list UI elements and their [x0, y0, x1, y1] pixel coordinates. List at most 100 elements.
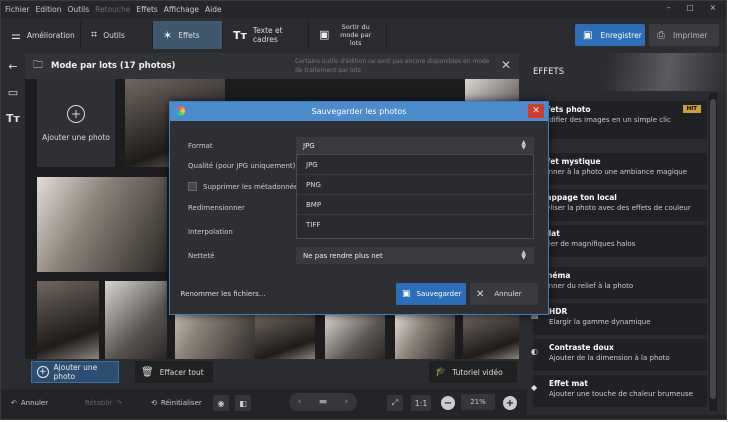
exit-batch-button[interactable]: ▣ Sortir du mode par lots [309, 21, 387, 49]
strip-metadata-checkbox[interactable]: Supprimer les métadonnées [188, 182, 302, 191]
photo-thumbnail[interactable] [255, 315, 315, 359]
tab-effects[interactable]: ✶ Effets [153, 21, 223, 49]
effect-soft-contrast[interactable]: ◐ Contraste doux Ajouter de la dimension… [531, 339, 707, 371]
tab-text-frames[interactable]: Tт Texte et cadres [223, 21, 309, 49]
updown-arrow-icon: ▲ ▼ [521, 139, 526, 151]
clear-all-button[interactable]: 🗑 Effacer tout [135, 361, 213, 383]
redo-icon: ↷ [116, 399, 122, 407]
effect-mystic[interactable]: Effet mystique Donner à la photo une amb… [533, 153, 707, 185]
fit-screen-icon: ⤢ [387, 395, 403, 411]
updown-arrow-icon: ▲ ▼ [521, 249, 526, 261]
folder-nav-icon[interactable]: ▬ [319, 397, 328, 407]
effects-panel: EFFETS Effets photo Modifier des images … [527, 53, 726, 415]
menu-bar: Fichier Edition Outils Retouche Effets A… [1, 1, 726, 18]
text-icon: Tт [233, 28, 247, 42]
contrast-icon: ◐ [531, 347, 538, 356]
effects-header: EFFETS [527, 53, 726, 91]
tab-enhance[interactable]: ⚌ Amélioration [1, 21, 81, 49]
dialog-title: Sauvegarder les photos [311, 107, 407, 116]
photo-thumbnail[interactable] [37, 177, 167, 272]
print-button[interactable]: ⎙ Imprimer [649, 24, 719, 46]
next-icon[interactable]: › [345, 397, 349, 407]
tab-tools[interactable]: ⌗ Outils [81, 21, 153, 49]
format-option-png[interactable]: PNG [297, 175, 533, 195]
redo-button[interactable]: Rétablir ↷ [85, 394, 122, 412]
hit-badge: HIT [682, 105, 701, 113]
preview-eye-button[interactable]: ◉ [213, 394, 229, 412]
close-batch-icon[interactable]: ✕ [501, 58, 511, 72]
sliders-icon: ⚌ [11, 28, 21, 42]
gallery-icon: ▣ [319, 28, 330, 41]
printer-icon: ⎙ [657, 29, 665, 41]
crop-icon: ⌗ [91, 28, 98, 41]
save-button[interactable]: ▣ Enregistrer [575, 24, 645, 46]
close-icon[interactable]: × [710, 3, 716, 12]
maximize-icon[interactable]: □ [687, 3, 694, 12]
frame-icon[interactable]: ▭ [1, 79, 25, 105]
reset-icon: ⟲ [151, 399, 157, 407]
prev-icon[interactable]: ‹ [298, 397, 302, 407]
text-tool-icon[interactable]: Tт [1, 105, 25, 131]
photo-thumbnail[interactable] [325, 315, 385, 359]
eye-icon: ◉ [213, 395, 229, 411]
dialog-title-bar: Sauvegarder les photos ✕ [170, 102, 548, 121]
menu-effects[interactable]: Effets [136, 5, 157, 14]
add-photo-button[interactable]: + Ajouter une photo [31, 361, 119, 383]
format-select[interactable]: JPG ▲ ▼ [296, 137, 534, 154]
sharpness-select[interactable]: Ne pas rendre plus net ▲ ▼ [296, 247, 534, 264]
format-option-bmp[interactable]: BMP [297, 195, 533, 215]
zoom-level: 21% [461, 394, 495, 410]
format-dropdown-list: JPG PNG BMP TIFF [296, 154, 534, 239]
zoom-in-icon[interactable]: + [503, 396, 517, 410]
folder-icon: 🗀 [33, 59, 43, 71]
photo-thumbnail[interactable] [105, 281, 167, 359]
effects-scrollbar[interactable] [709, 93, 717, 411]
effect-cinema[interactable]: Cinéma Donner du relief à la photo [533, 267, 707, 299]
zoom-1to1-button[interactable]: 1:1 [411, 394, 431, 412]
menu-help[interactable]: Aide [205, 5, 222, 14]
fit-screen-button[interactable]: ⤢ [387, 394, 403, 412]
effect-photo-effects[interactable]: Effets photo Modifier des images en un s… [533, 101, 707, 139]
floppy-icon: ▣ [402, 289, 411, 299]
batch-header: 🗀 Mode par lots (17 photos) Certains out… [25, 53, 519, 79]
photo-navigation: ‹ ▬ › [289, 393, 357, 411]
undo-button[interactable]: ↶ Annuler [11, 394, 48, 412]
menu-tools[interactable]: Outils [67, 5, 89, 14]
menu-view[interactable]: Affichage [164, 5, 199, 14]
save-photos-dialog: Sauvegarder les photos ✕ Format JPG ▲ ▼ Q… [169, 101, 549, 315]
photo-thumbnail[interactable] [37, 281, 99, 359]
effect-matte[interactable]: ◆ Effet mat Ajouter une touche de chaleu… [531, 375, 707, 407]
undo-icon: ↶ [11, 399, 17, 407]
save-dialog-button[interactable]: ▣ Sauvegarder [396, 283, 466, 305]
effect-glow[interactable]: Éclat Créer de magnifiques halos [533, 225, 707, 257]
scroll-thumb[interactable] [710, 99, 716, 399]
dialog-close-icon[interactable]: ✕ [528, 104, 544, 118]
effect-tone-mapping[interactable]: Mappage ton local Styliser la photo avec… [533, 189, 707, 221]
floppy-icon: ▣ [583, 29, 593, 41]
plus-icon: + [37, 366, 49, 378]
format-option-jpg[interactable]: JPG [297, 155, 533, 175]
menu-edit[interactable]: Edition [36, 5, 62, 14]
add-photo-tile[interactable]: + Ajouter une photo [37, 79, 115, 167]
cancel-dialog-button[interactable]: ✕ Annuler [470, 283, 538, 305]
checkbox-box[interactable] [188, 182, 197, 191]
compare-button[interactable]: ◧ [235, 394, 251, 412]
menu-retouch[interactable]: Retouche [95, 5, 130, 14]
format-label: Format [188, 142, 213, 150]
batch-title: Mode par lots (17 photos) [51, 61, 176, 71]
photo-thumbnail[interactable] [395, 315, 455, 359]
drop-icon: ◆ [531, 383, 538, 392]
format-option-tiff[interactable]: TIFF [297, 215, 533, 235]
back-arrow-icon[interactable]: ← [1, 53, 25, 79]
zoom-out-icon[interactable]: − [441, 396, 455, 410]
interpolation-label: Interpolation [188, 228, 233, 236]
trash-icon: 🗑 [141, 366, 154, 378]
minimize-icon[interactable]: – [667, 3, 671, 12]
menu-file[interactable]: Fichier [5, 5, 30, 14]
video-tutorial-button[interactable]: 🎓 Tutoriel vidéo [429, 361, 517, 383]
rename-files-button[interactable]: Renommer les fichiers... [180, 283, 266, 305]
reset-button[interactable]: ⟲ Réinitialiser [151, 394, 202, 412]
photo-thumbnail[interactable] [463, 315, 519, 359]
effect-hdr[interactable]: ▤ HDR Elargir la gamme dynamique [531, 303, 707, 335]
plus-icon: + [67, 104, 85, 123]
